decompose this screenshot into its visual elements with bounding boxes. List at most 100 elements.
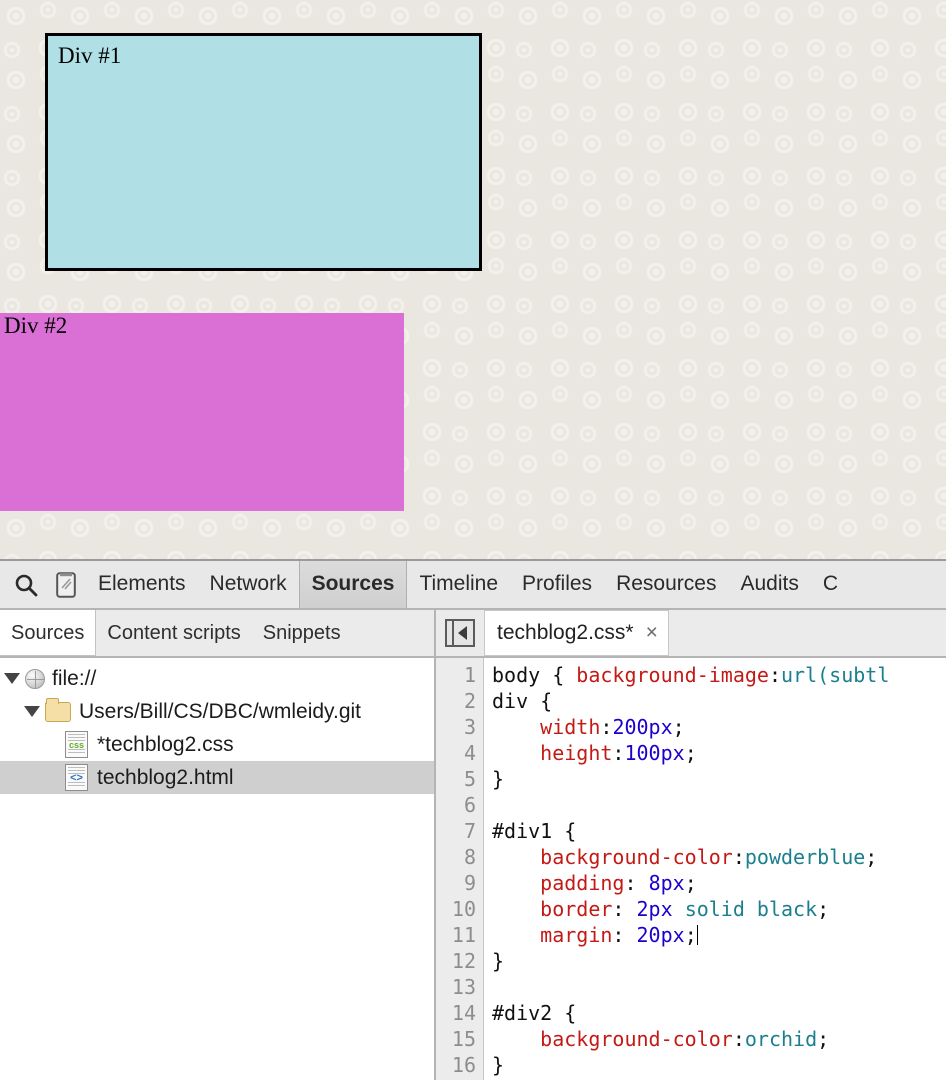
device-toggle-icon[interactable] xyxy=(46,565,86,605)
file-icon-type: <> xyxy=(70,771,83,784)
editor-code-area[interactable]: body { background-image:url(subtl div { w… xyxy=(484,658,946,1080)
code-token: #div1 { xyxy=(492,819,577,843)
tree-item-techblog2-css[interactable]: css *techblog2.css xyxy=(0,728,434,761)
code-token: } xyxy=(492,1053,505,1077)
text-cursor xyxy=(696,925,698,945)
line-number: 11 xyxy=(451,923,476,947)
code-line: } xyxy=(492,1052,946,1078)
tree-item-label: Users/Bill/CS/DBC/wmleidy.git xyxy=(79,699,361,723)
code-token: orchid xyxy=(744,1027,818,1051)
line-number: 13 xyxy=(451,975,476,999)
code-line: border: 2px solid black; xyxy=(492,896,946,922)
tree-item-label: techblog2.html xyxy=(97,765,234,789)
code-line: height:100px; xyxy=(492,740,946,766)
code-token: ; xyxy=(817,1027,830,1051)
tab-timeline[interactable]: Timeline xyxy=(407,561,510,608)
collapse-sidebar-icon[interactable] xyxy=(445,619,475,647)
tree-item-label: *techblog2.css xyxy=(97,732,234,756)
line-number: 1 xyxy=(463,663,476,687)
code-token: background-color xyxy=(540,1027,733,1051)
rendered-page-viewport: Div #1 Div #2 xyxy=(0,0,946,559)
line-number: 8 xyxy=(463,845,476,869)
code-token: ; xyxy=(684,871,697,895)
code-token: 200px xyxy=(612,715,673,739)
devtools-subtab-bar: Sources Content scripts Snippets techblo… xyxy=(0,610,946,658)
file-icon-lines xyxy=(68,749,85,755)
tree-item-file-protocol[interactable]: file:// xyxy=(0,662,434,695)
code-token: ; xyxy=(672,715,685,739)
code-token: margin xyxy=(540,923,613,947)
tab-profiles[interactable]: Profiles xyxy=(510,561,604,608)
code-line: } xyxy=(492,766,946,792)
source-code-editor[interactable]: 1 2 3 4 5 6 7 8 9 10 11 12 13 14 15 16 body { backgroun… xyxy=(436,658,946,1080)
line-number: 6 xyxy=(463,793,476,817)
line-number: 4 xyxy=(463,741,476,765)
tree-item-techblog2-html[interactable]: <> techblog2.html xyxy=(0,761,434,794)
code-line: padding: 8px; xyxy=(492,870,946,896)
code-token: ; xyxy=(684,741,697,765)
code-token: : xyxy=(612,741,625,765)
code-token: : xyxy=(624,871,649,895)
line-number: 5 xyxy=(463,767,476,791)
code-token: body { xyxy=(492,663,577,687)
subtab-snippets[interactable]: Snippets xyxy=(252,610,352,656)
code-token: } xyxy=(492,949,505,973)
code-line: } xyxy=(492,948,946,974)
code-token: powderblue xyxy=(744,845,866,869)
line-number: 10 xyxy=(451,897,476,921)
subtab-sources[interactable]: Sources xyxy=(0,610,97,656)
search-icon[interactable] xyxy=(6,565,46,605)
collapse-sidebar-bar xyxy=(447,621,454,645)
line-number: 16 xyxy=(451,1053,476,1077)
code-token: : xyxy=(612,923,637,947)
line-number: 14 xyxy=(451,1001,476,1025)
tree-item-folder[interactable]: Users/Bill/CS/DBC/wmleidy.git xyxy=(0,695,434,728)
code-token: #div2 { xyxy=(492,1001,577,1025)
subtab-content-scripts[interactable]: Content scripts xyxy=(96,610,251,656)
line-number: 3 xyxy=(463,715,476,739)
code-line: #div2 { xyxy=(492,1000,946,1026)
tab-console[interactable]: C xyxy=(811,561,850,608)
code-line: width:200px; xyxy=(492,714,946,740)
chevron-down-icon[interactable] xyxy=(24,706,40,717)
editor-tab-label: techblog2.css* xyxy=(497,621,634,644)
code-token: 2px xyxy=(636,897,673,921)
navigator-file-tree: file:// Users/Bill/CS/DBC/wmleidy.git cs… xyxy=(0,658,436,1080)
editor-line-number-gutter: 1 2 3 4 5 6 7 8 9 10 11 12 13 14 15 16 xyxy=(436,658,484,1080)
tab-sources[interactable]: Sources xyxy=(298,561,408,608)
devtools-body: file:// Users/Bill/CS/DBC/wmleidy.git cs… xyxy=(0,658,946,1080)
code-token: padding xyxy=(540,871,625,895)
code-token: : xyxy=(612,897,637,921)
code-token: height xyxy=(540,741,613,765)
rendered-div-2-label: Div #2 xyxy=(4,313,68,338)
rendered-div-2: Div #2 xyxy=(0,313,404,511)
tab-audits[interactable]: Audits xyxy=(728,561,810,608)
code-line: background-color:orchid; xyxy=(492,1026,946,1052)
tab-network[interactable]: Network xyxy=(198,561,299,608)
code-token: width xyxy=(540,715,601,739)
code-token: 100px xyxy=(624,741,685,765)
code-token: 20px xyxy=(636,923,685,947)
tab-elements[interactable]: Elements xyxy=(86,561,198,608)
editor-tab-techblog2-css[interactable]: techblog2.css* × xyxy=(484,610,669,656)
tab-resources[interactable]: Resources xyxy=(604,561,728,608)
code-token: background-image xyxy=(576,663,769,687)
code-token: : xyxy=(732,1027,745,1051)
chevron-down-icon[interactable] xyxy=(4,673,20,684)
line-number: 7 xyxy=(463,819,476,843)
folder-icon xyxy=(45,697,71,722)
code-token: div { xyxy=(492,689,553,713)
html-file-icon: <> xyxy=(65,764,88,791)
collapse-sidebar-arrow xyxy=(458,626,467,640)
line-number: 12 xyxy=(451,949,476,973)
close-icon[interactable]: × xyxy=(646,621,658,645)
code-token: : xyxy=(600,715,613,739)
code-token: } xyxy=(492,767,505,791)
